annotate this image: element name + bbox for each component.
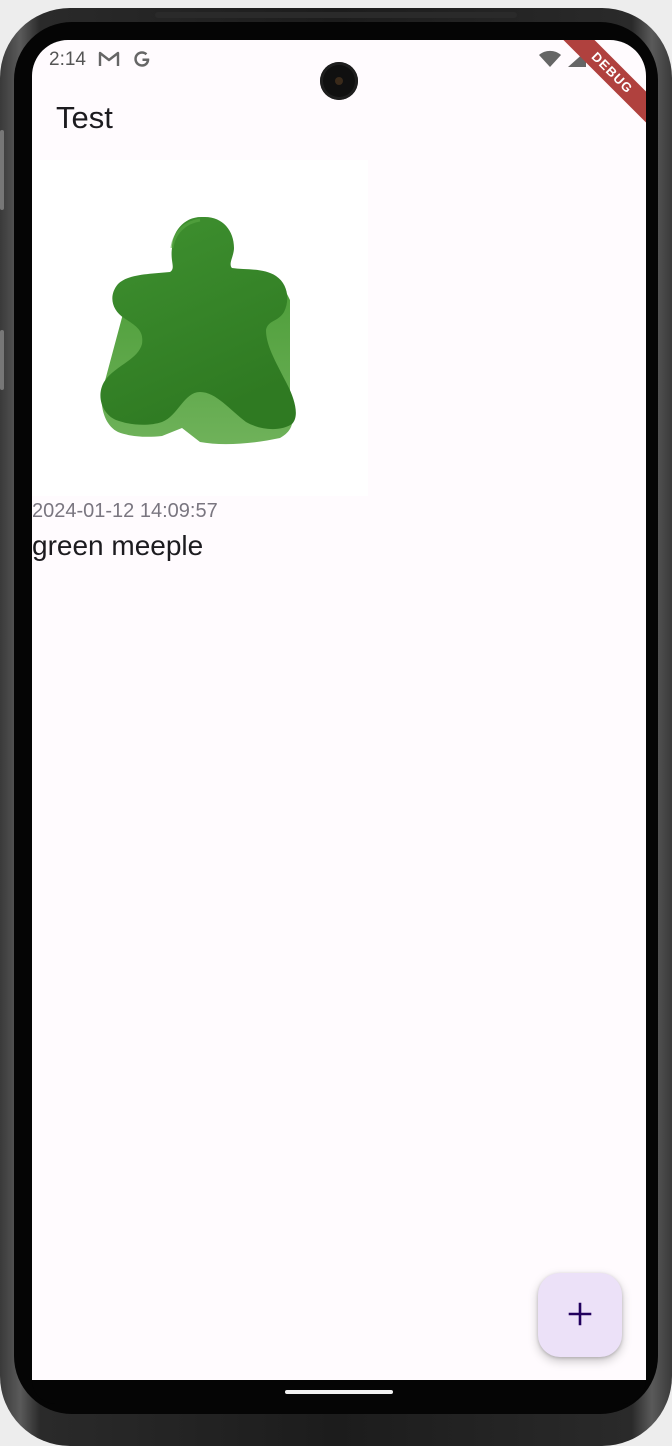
list-item[interactable]: 2024-01-12 14:09:57 green meeple [32, 160, 368, 564]
google-icon [132, 49, 152, 74]
gesture-handle[interactable] [285, 1390, 393, 1394]
status-notification-icons [98, 49, 152, 74]
device-side-button [0, 330, 4, 390]
plus-icon [567, 1301, 593, 1330]
app-bar: Test [32, 80, 646, 154]
app-screen: 2:14 DEBUG Test 2024-01-12 14:09:57 gree… [32, 40, 646, 1380]
gmail-icon [98, 50, 120, 73]
page-title: Test [56, 100, 113, 135]
wifi-icon [538, 49, 562, 74]
device-side-button [0, 130, 4, 210]
item-timestamp: 2024-01-12 14:09:57 [32, 500, 218, 522]
item-name: green meeple [32, 530, 204, 561]
status-bar: 2:14 [32, 40, 646, 100]
status-time: 2:14 [49, 49, 86, 70]
device-top-edge [155, 12, 517, 18]
add-item-button[interactable] [538, 1273, 622, 1357]
green-meeple-image [32, 160, 368, 496]
